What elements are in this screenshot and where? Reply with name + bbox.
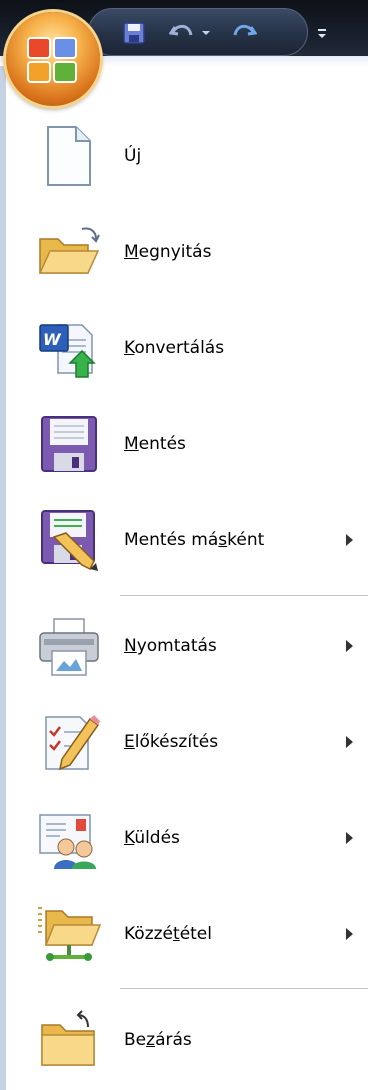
office-button[interactable] <box>6 12 100 106</box>
menu-item-label: Konvertálás <box>124 338 225 358</box>
menu-item-label: Előkészítés <box>124 732 219 752</box>
menu-item-open[interactable]: Megnyitás <box>6 204 368 300</box>
menu-item-close[interactable]: Bezárás <box>6 992 368 1088</box>
qat-save-button[interactable] <box>119 19 149 47</box>
menu-item-prepare[interactable]: Előkészítés <box>6 694 368 790</box>
send-mail-icon <box>39 814 96 869</box>
prepare-document-icon <box>45 715 100 771</box>
menu-item-label: Mentés másként <box>124 530 265 550</box>
menu-item-publish[interactable]: Közzététel <box>6 886 368 982</box>
menu-item-convert[interactable]: W Konvertálás <box>6 300 368 396</box>
menu-item-label: Küldés <box>124 828 180 848</box>
menu-item-label: Új <box>124 146 142 166</box>
menu-item-new[interactable]: Új <box>6 108 368 204</box>
save-icon <box>41 416 97 472</box>
menu-item-label: Megnyitás <box>124 242 212 262</box>
submenu-arrow-icon <box>346 832 353 844</box>
convert-document-icon: W <box>39 324 96 378</box>
menu-item-save[interactable]: Mentés <box>6 396 368 492</box>
quick-access-toolbar <box>88 8 308 56</box>
menu-separator <box>120 988 368 989</box>
submenu-arrow-icon <box>346 928 353 940</box>
customize-toolbar-button[interactable] <box>316 26 328 40</box>
submenu-arrow-icon <box>346 534 353 546</box>
menu-item-print[interactable]: Nyomtatás <box>6 598 368 694</box>
open-folder-icon <box>38 227 100 274</box>
menu-item-save-as[interactable]: Mentés másként <box>6 492 368 588</box>
customize-toolbar-icon <box>318 29 326 38</box>
new-document-icon <box>47 126 91 186</box>
close-folder-icon <box>41 1010 95 1066</box>
office-menu: Új Megnyitás W Konvertálás Mentés Mentés… <box>0 56 368 1090</box>
submenu-arrow-icon <box>346 736 353 748</box>
save-as-icon <box>41 510 98 571</box>
qat-undo-button[interactable] <box>167 19 197 47</box>
menu-item-send[interactable]: Küldés <box>6 790 368 886</box>
save-icon <box>123 22 145 44</box>
office-logo-icon <box>27 37 77 83</box>
undo-icon <box>169 24 193 36</box>
printer-icon <box>39 618 99 676</box>
menu-item-label: Mentés <box>124 434 186 454</box>
menu-item-label: Bezárás <box>124 1030 192 1050</box>
redo-icon <box>233 24 257 36</box>
svg-text:W: W <box>43 330 62 349</box>
publish-folder-icon <box>38 907 102 961</box>
menu-item-label: Közzététel <box>124 924 212 944</box>
menu-separator <box>120 595 368 596</box>
qat-redo-button[interactable] <box>229 19 259 47</box>
qat-undo-dropdown[interactable] <box>199 19 213 47</box>
menu-item-label: Nyomtatás <box>124 636 217 656</box>
submenu-arrow-icon <box>346 640 353 652</box>
chevron-down-icon <box>202 31 210 35</box>
